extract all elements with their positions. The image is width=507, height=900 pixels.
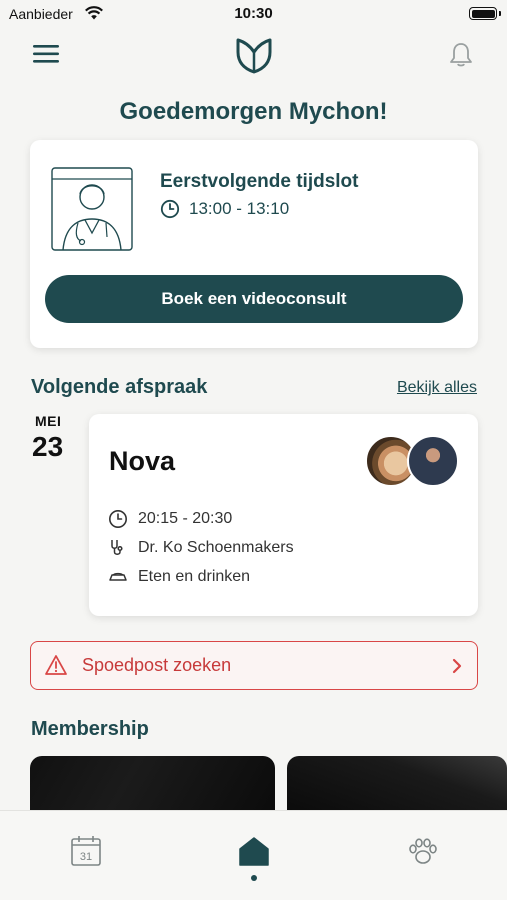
chevron-right-icon	[452, 658, 462, 674]
menu-button[interactable]	[31, 42, 61, 66]
next-slot-card: Eerstvolgende tijdslot 13:00 - 13:10 Boe…	[30, 140, 478, 348]
membership-card[interactable]	[30, 756, 275, 816]
slot-title: Eerstvolgende tijdslot	[160, 171, 359, 192]
tab-bar: 31	[0, 810, 507, 900]
tab-home[interactable]	[234, 831, 274, 871]
tab-calendar[interactable]: 31	[66, 831, 106, 871]
battery-cap	[499, 11, 501, 16]
clock-icon	[160, 199, 180, 219]
stethoscope-icon	[111, 540, 123, 555]
membership-card[interactable]	[287, 756, 507, 816]
appointment-time: 20:15 - 20:30	[138, 510, 233, 527]
hamburger-icon	[33, 45, 59, 63]
appointment-card[interactable]: Nova 20:15 - 20:30 Dr. Ko Schoenmakers E…	[89, 414, 478, 616]
battery-icon	[469, 7, 497, 20]
emergency-label: Spoedpost zoeken	[82, 655, 232, 675]
appointment-reason: Eten en drinken	[138, 568, 251, 585]
greeting-heading: Goedemorgen Mychon!	[119, 98, 388, 125]
appointment-vet-row: Dr. Ko Schoenmakers	[108, 538, 294, 558]
appointment-vet: Dr. Ko Schoenmakers	[138, 539, 294, 556]
see-all-link[interactable]: Bekijk alles	[397, 379, 477, 397]
appointment-day: 23	[32, 431, 64, 462]
warning-icon	[45, 655, 67, 675]
slot-time: 13:00 - 13:10	[189, 199, 290, 218]
appointment-month: MEI	[35, 413, 62, 429]
pet-name: Nova	[109, 446, 176, 476]
status-time: 10:30	[234, 5, 273, 22]
calendar-tab-label: 31	[80, 851, 92, 863]
doctor-illustration-icon	[51, 167, 133, 251]
paw-icon	[409, 838, 437, 864]
tab-pets[interactable]	[403, 831, 443, 871]
active-tab-indicator	[251, 875, 257, 881]
appointment-reason-row: Eten en drinken	[108, 567, 250, 587]
notifications-button[interactable]	[447, 41, 475, 69]
appointment-section-title: Volgende afspraak	[31, 376, 208, 398]
status-bar: Aanbieder 10:30	[0, 0, 507, 30]
book-video-consult-button[interactable]: Boek een videoconsult	[45, 275, 463, 323]
app-logo	[234, 36, 274, 74]
slot-time-row: 13:00 - 13:10	[160, 199, 289, 219]
calendar-icon: 31	[71, 836, 101, 866]
clock-icon	[109, 510, 127, 528]
emergency-search-button[interactable]: Spoedpost zoeken	[30, 641, 478, 690]
home-icon	[239, 837, 269, 866]
membership-section-title: Membership	[31, 718, 149, 740]
appointment-time-row: 20:15 - 20:30	[108, 509, 232, 529]
food-bowl-icon	[109, 572, 127, 581]
bell-icon	[450, 43, 472, 67]
vet-avatar	[407, 435, 459, 487]
